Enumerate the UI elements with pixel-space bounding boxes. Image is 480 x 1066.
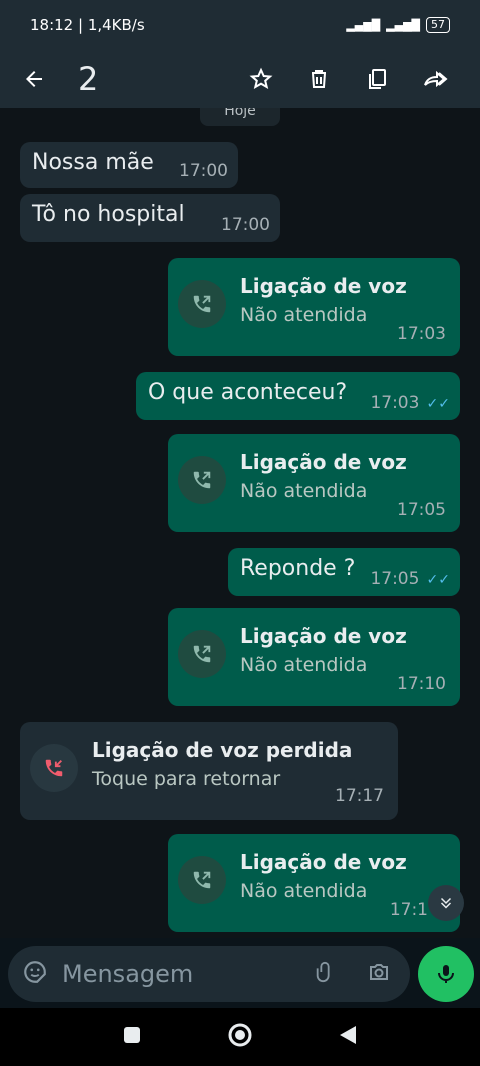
home-icon[interactable] [227,1022,253,1052]
message-time: 17:05 [397,500,446,520]
call-title: Ligação de voz [240,624,407,648]
signal-icon-2: ▂▄▆█ [386,18,420,32]
back-arrow-icon[interactable] [16,61,52,97]
system-nav-bar [0,1008,480,1066]
call-bubble-out[interactable]: Ligação de voz Não atendida 17:10 [168,608,460,706]
forward-icon[interactable] [406,59,464,99]
status-icons: ▂▄▆█ ▂▄▆█ 57 [346,17,450,33]
status-time: 18:12 | 1,4KB/s [30,16,145,34]
message-time: 17:03 [370,393,420,413]
outgoing-call-icon [178,856,226,904]
star-icon[interactable] [232,59,290,99]
outgoing-call-icon [178,456,226,504]
call-title: Ligação de voz [240,850,407,874]
mic-icon [438,965,454,983]
camera-icon[interactable] [366,960,392,988]
selection-toolbar: 2 [0,50,480,108]
copy-icon[interactable] [348,59,406,99]
message-time: 17:10 [397,674,446,694]
message-text: O que aconteceu? [148,380,348,405]
back-icon[interactable] [338,1024,358,1050]
recents-icon[interactable] [122,1025,142,1049]
message-time: 17:17 [335,786,384,806]
message-text: Nossa mãe [32,150,154,175]
message-time: 17:03 [397,324,446,344]
selected-count: 2 [78,60,99,98]
call-title: Ligação de voz [240,274,407,298]
call-bubble-out[interactable]: Ligação de voz Não atendida 17:03 [168,258,460,356]
attach-icon[interactable] [314,959,336,989]
message-time: 17:00 [221,215,270,235]
message-text: Tô no hospital [32,202,185,227]
message-bubble-in[interactable]: Nossa mãe 17:00 [20,142,238,188]
scroll-down-button[interactable] [428,885,464,921]
sticker-icon[interactable] [22,959,48,989]
mic-button[interactable] [418,946,474,1002]
call-subtitle: Toque para retornar [92,768,281,790]
call-subtitle: Não atendida [240,480,368,502]
battery-level: 57 [426,17,450,33]
message-time: 17:1 [389,900,428,920]
signal-icon: ▂▄▆█ [346,18,381,32]
missed-call-icon [30,744,78,792]
message-time: 17:05 [370,569,420,589]
outgoing-call-icon [178,280,226,328]
message-bubble-in[interactable]: Tô no hospital 17:00 [20,194,280,242]
delete-icon[interactable] [290,59,348,99]
call-title: Ligação de voz perdida [92,738,353,762]
call-bubble-out[interactable]: Ligação de voz Não atendida 17:1 [168,834,460,932]
call-title: Ligação de voz [240,450,407,474]
message-time: 17:00 [179,161,228,181]
read-ticks-icon: ✓✓ [426,572,450,588]
double-chevron-down-icon [440,897,452,909]
status-bar: 18:12 | 1,4KB/s ▂▄▆█ ▂▄▆█ 57 [0,0,480,50]
read-ticks-icon: ✓✓ [426,396,450,412]
missed-call-bubble[interactable]: Ligação de voz perdida Toque para retorn… [20,722,398,820]
message-composer[interactable]: Mensagem [8,946,410,1002]
call-bubble-out[interactable]: Ligação de voz Não atendida 17:05 [168,434,460,532]
day-chip: Hoje [200,108,280,126]
call-subtitle: Não atendida [240,654,368,676]
call-subtitle: Não atendida [240,304,368,326]
message-bubble-out[interactable]: Reponde ? 17:05 ✓✓ [228,548,460,596]
message-text: Reponde ? [240,556,356,581]
message-input[interactable]: Mensagem [62,960,314,988]
message-bubble-out[interactable]: O que aconteceu? 17:03 ✓✓ [136,372,460,420]
call-subtitle: Não atendida [240,880,368,902]
outgoing-call-icon [178,630,226,678]
chat-area[interactable]: Hoje Nossa mãe 17:00 Tô no hospital 17:0… [0,108,480,938]
